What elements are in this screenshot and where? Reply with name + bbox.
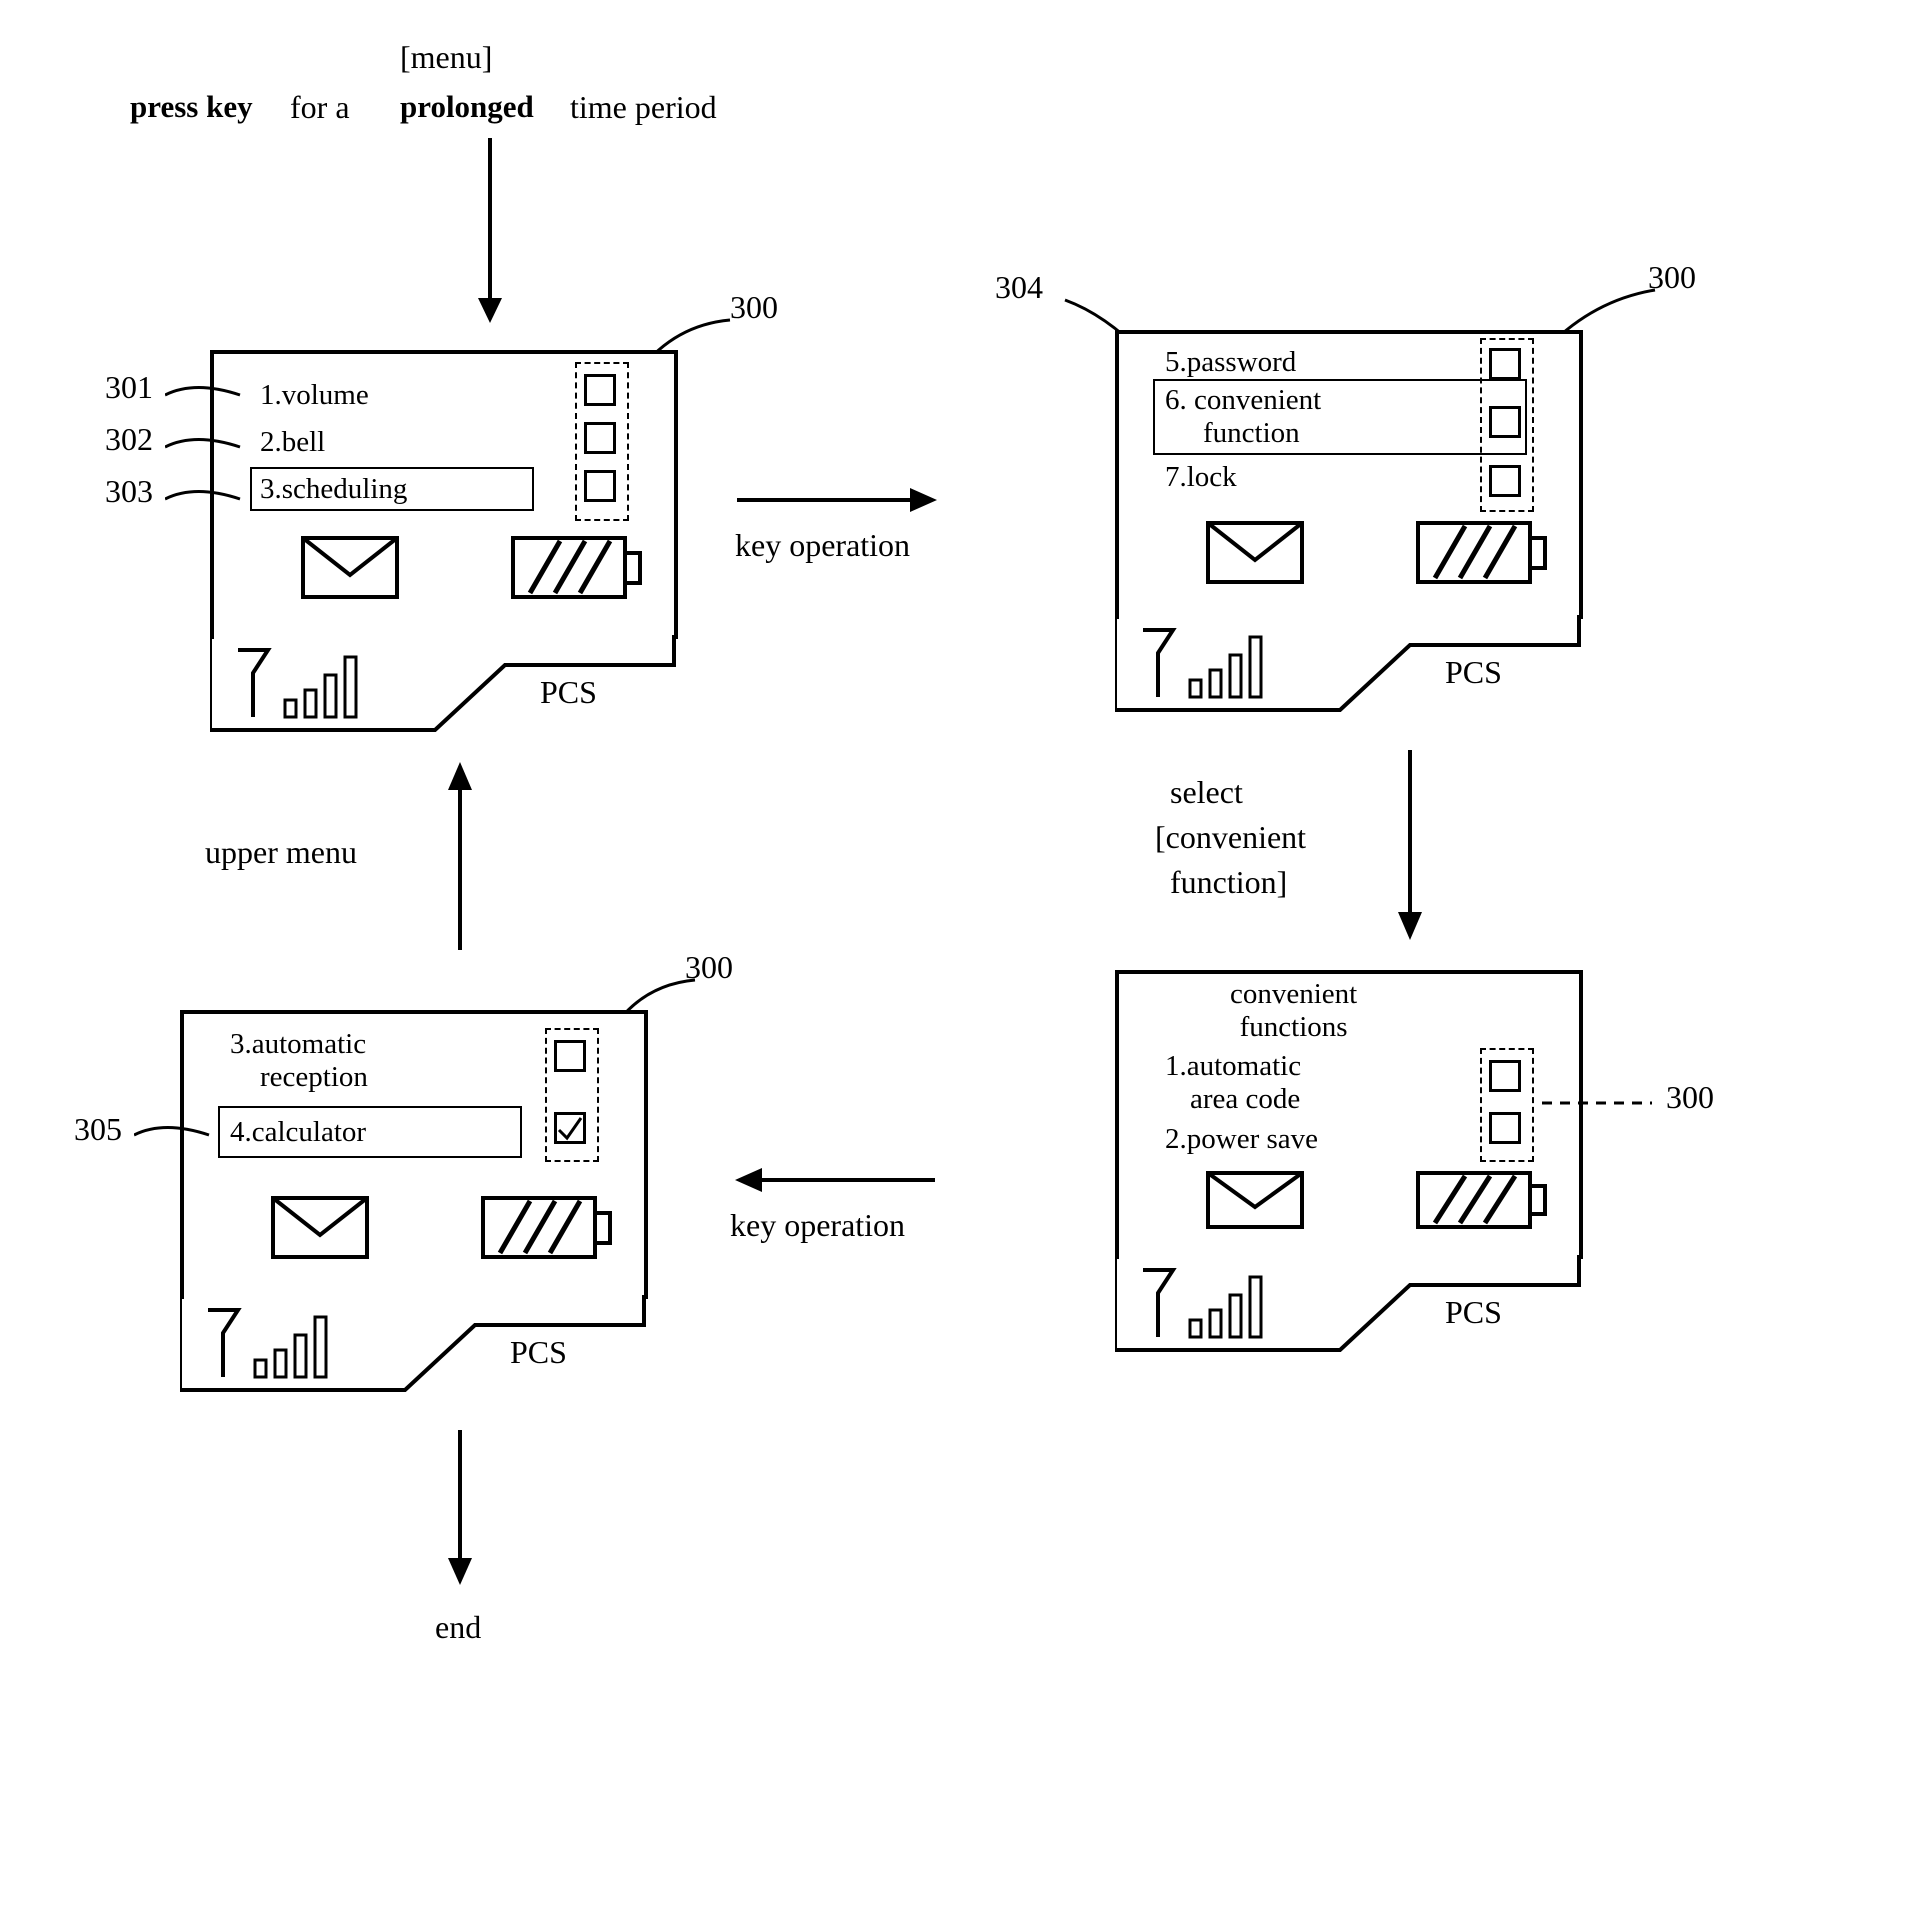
envelope-icon	[1205, 520, 1305, 585]
battery-icon	[1415, 1170, 1550, 1230]
battery-icon	[510, 535, 645, 600]
menu-item-bell[interactable]: 2.bell	[260, 425, 325, 459]
scroll-box-icon	[1489, 406, 1521, 438]
scrollbar-tr[interactable]	[1480, 338, 1534, 512]
label-end: end	[435, 1610, 481, 1645]
menu-item-lock[interactable]: 7.lock	[1165, 460, 1237, 494]
signal-icon	[230, 645, 400, 725]
battery-icon	[480, 1195, 615, 1260]
label-time-period: time period	[570, 90, 717, 125]
pcs-label: PCS	[540, 675, 597, 710]
menu-item-auto-reception[interactable]: 3.automatic reception	[230, 1028, 368, 1094]
scroll-box-icon	[584, 374, 616, 406]
signal-icon	[1135, 625, 1305, 705]
device-top-left: 1.volume 2.bell 3.scheduling	[210, 350, 680, 740]
scrollbar-br[interactable]	[1480, 1048, 1534, 1162]
diagram-canvas: press key for a [menu] prolonged time pe…	[30, 30, 1884, 1889]
leader-305	[134, 1120, 214, 1150]
ref-305: 305	[74, 1112, 122, 1147]
scroll-box-icon	[1489, 1112, 1521, 1144]
menu-item-password[interactable]: 5.password	[1165, 345, 1296, 379]
leader-303	[165, 484, 245, 514]
label-select-l3: function]	[1170, 865, 1287, 900]
label-select-l2: [convenient	[1155, 820, 1306, 855]
pcs-label: PCS	[510, 1335, 567, 1370]
leader-300-br	[1542, 1088, 1662, 1118]
menu-item-power-save[interactable]: 2.power save	[1165, 1122, 1318, 1156]
scroll-box-icon	[584, 470, 616, 502]
envelope-icon	[270, 1195, 370, 1260]
arrow-bl-end	[440, 1430, 480, 1590]
battery-icon	[1415, 520, 1550, 585]
device-top-right: 5.password 6. convenient function 7.lock	[1115, 330, 1585, 720]
device-bottom-left: 3.automatic reception 4.calculator	[180, 1010, 650, 1400]
ref-300-br: 300	[1666, 1080, 1714, 1115]
label-menu-bracket: [menu]	[400, 40, 492, 75]
arrow-tl-tr	[732, 480, 942, 520]
selection-convenient	[1153, 379, 1527, 455]
label-key-operation-1: key operation	[735, 528, 910, 563]
label-press-key: press key	[130, 90, 253, 124]
leader-301	[165, 380, 245, 410]
label-prolonged: prolonged	[400, 90, 534, 124]
envelope-icon	[1205, 1170, 1305, 1230]
pcs-label: PCS	[1445, 655, 1502, 690]
signal-icon	[1135, 1265, 1305, 1345]
ref-304: 304	[995, 270, 1043, 305]
scrollbar-tl[interactable]	[575, 362, 629, 521]
menu-item-volume[interactable]: 1.volume	[260, 378, 369, 412]
device-bottom-right: convenient functions 1.automatic area co…	[1115, 970, 1585, 1360]
scroll-box-icon	[1489, 1060, 1521, 1092]
arrow-top-down	[470, 138, 510, 328]
arrow-br-bl	[730, 1160, 940, 1200]
label-upper-menu: upper menu	[205, 835, 357, 870]
scroll-box-icon	[554, 1040, 586, 1072]
selection-calculator	[218, 1106, 522, 1158]
label-key-operation-2: key operation	[730, 1208, 905, 1243]
menu-item-auto-area-code[interactable]: 1.automatic area code	[1165, 1050, 1301, 1116]
scroll-box-icon	[584, 422, 616, 454]
label-for-a: for a	[290, 90, 350, 125]
scroll-box-checked-icon	[554, 1112, 586, 1144]
arrow-bl-tl	[440, 760, 480, 955]
submenu-title: convenient functions	[1230, 978, 1357, 1044]
ref-303: 303	[105, 474, 153, 509]
selection-scheduling	[250, 467, 534, 511]
scroll-box-icon	[1489, 465, 1521, 497]
scroll-box-icon	[1489, 348, 1521, 380]
arrow-tr-br	[1390, 750, 1430, 945]
ref-301: 301	[105, 370, 153, 405]
scrollbar-bl[interactable]	[545, 1028, 599, 1162]
ref-302: 302	[105, 422, 153, 457]
leader-302	[165, 432, 245, 462]
label-select-l1: select	[1170, 775, 1243, 810]
pcs-label: PCS	[1445, 1295, 1502, 1330]
signal-icon	[200, 1305, 370, 1385]
envelope-icon	[300, 535, 400, 600]
